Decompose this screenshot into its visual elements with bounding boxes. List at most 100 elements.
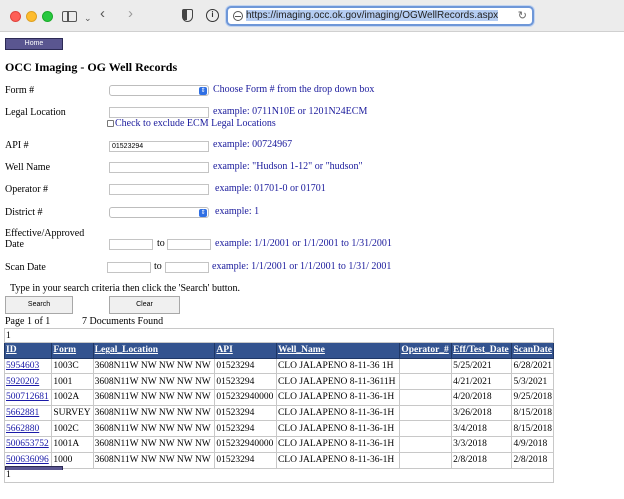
cell-operator — [399, 373, 453, 391]
cell-scan: 8/15/2018 — [511, 404, 554, 422]
chevron-down-icon[interactable]: ⌄ — [84, 10, 92, 26]
effective-date-to-input[interactable] — [167, 239, 211, 250]
sidebar-toggle-icon[interactable] — [62, 11, 77, 22]
table-row[interactable]: 5662880 1002C 3608N11W NW NW NW NW 01523294… — [3, 420, 554, 438]
column-header-id[interactable]: ID — [3, 342, 53, 359]
operator-help: example: 01701-0 or 01701 — [215, 183, 326, 194]
cell-operator — [399, 357, 453, 375]
cell-api: 01523294 — [214, 451, 277, 469]
document-id-link[interactable]: 500712681 — [6, 392, 49, 402]
site-info-icon[interactable] — [233, 11, 243, 21]
table-row[interactable]: 5954603 1003C 3608N11W NW NW NW NW 01523294… — [3, 357, 554, 375]
api-help: example: 00724967 — [213, 139, 293, 150]
scan-date-to-input[interactable] — [165, 262, 209, 273]
table-row[interactable]: 5662881 SURVEY 3608N11W NW NW NW NW 0152329… — [3, 404, 554, 422]
operator-label: Operator # — [5, 184, 49, 195]
scan-date-from-input[interactable] — [107, 262, 151, 273]
cell-id: 5662880 — [3, 420, 53, 438]
cell-eff: 4/21/2021 — [451, 373, 513, 391]
pager-row-top: 1 — [4, 328, 554, 343]
column-header-operator[interactable]: Operator_# — [399, 342, 453, 359]
cell-form: 1001 — [51, 373, 94, 391]
form-number-select[interactable]: ⇕ — [109, 85, 209, 96]
page-info: Page 1 of 1 — [5, 316, 51, 327]
cell-scan: 5/3/2021 — [511, 373, 554, 391]
well-name-input[interactable] — [109, 162, 209, 173]
cell-id: 5954603 — [3, 357, 53, 375]
forward-arrow-icon[interactable]: › — [128, 6, 133, 22]
district-select[interactable]: ⇕ — [109, 207, 209, 218]
address-bar[interactable]: https://imaging.occ.ok.gov/imaging/OGWel… — [226, 6, 534, 26]
pager-row-bottom: 1 — [4, 467, 554, 483]
password-manager-icon[interactable]: i — [206, 9, 219, 22]
minimize-window-button[interactable] — [26, 11, 37, 22]
effective-date-label: Effective/Approved — [5, 228, 85, 239]
back-arrow-icon[interactable]: ‹ — [100, 6, 105, 22]
reload-icon[interactable]: ↻ — [518, 9, 527, 22]
cell-api: 01523294 — [214, 420, 277, 438]
document-id-link[interactable]: 5920202 — [6, 377, 39, 387]
column-header-form[interactable]: Form — [51, 342, 94, 359]
privacy-shield-icon[interactable] — [182, 9, 193, 22]
column-header-legal-location[interactable]: Legal_Location — [92, 342, 216, 359]
table-row[interactable]: 500653752 1001A 3608N11W NW NW NW NW 015232… — [3, 436, 554, 453]
cell-form: 1003C — [51, 357, 94, 375]
column-header-eff-test-date[interactable]: Eff/Test_Date — [451, 342, 513, 359]
cell-eff: 5/25/2021 — [451, 357, 513, 375]
document-id-link[interactable]: 5662881 — [6, 408, 39, 418]
column-header-scan-date[interactable]: ScanDate — [511, 342, 554, 359]
effective-date-help: example: 1/1/2001 or 1/1/2001 to 1/31/20… — [215, 238, 392, 249]
column-header-api[interactable]: API — [214, 342, 277, 359]
home-button[interactable]: Home — [5, 38, 63, 50]
column-header-well-name[interactable]: Well_Name — [275, 342, 401, 359]
api-input[interactable]: 01523294 — [109, 141, 209, 152]
cell-id: 5920202 — [3, 373, 53, 391]
document-id-link[interactable]: 5662880 — [6, 424, 39, 434]
close-window-button[interactable] — [10, 11, 21, 22]
cell-api: 01523294 — [214, 404, 277, 422]
table-row[interactable]: 500636096 1000 3608N11W NW NW NW NW 0152329… — [3, 451, 554, 469]
scan-date-help: example: 1/1/2001 or 1/1/2001 to 1/31/ 2… — [212, 261, 392, 272]
home-button-bottom[interactable] — [5, 466, 63, 470]
cell-scan: 8/15/2018 — [511, 420, 554, 438]
cell-id: 500712681 — [3, 389, 53, 406]
document-id-link[interactable]: 500653752 — [6, 439, 49, 449]
document-id-link[interactable]: 5954603 — [6, 361, 39, 371]
table-row[interactable]: 5920202 1001 3608N11W NW NW NW NW 01523294 C… — [3, 373, 554, 391]
cell-id: 5662881 — [3, 404, 53, 422]
cell-scan: 6/28/2021 — [511, 357, 554, 375]
cell-operator — [399, 389, 453, 406]
cell-legal: 3608N11W NW NW NW NW — [92, 389, 216, 406]
scan-date-label: Scan Date — [5, 262, 46, 273]
operator-input[interactable] — [109, 184, 209, 195]
legal-location-input[interactable] — [109, 107, 209, 118]
exclude-ecm-checkbox[interactable] — [107, 120, 114, 127]
address-bar-url[interactable]: https://imaging.occ.ok.gov/imaging/OGWel… — [246, 10, 499, 21]
cell-api: 015232940000 — [214, 389, 277, 406]
table-header-row: ID Form Legal_Location API Well_Name Ope… — [3, 342, 554, 359]
document-id-link[interactable]: 500636096 — [6, 455, 49, 465]
cell-legal: 3608N11W NW NW NW NW — [92, 357, 216, 375]
browser-toolbar: ⌄ ‹ › i https://imaging.occ.ok.gov/imagi… — [0, 0, 624, 32]
scan-date-to-label: to — [154, 261, 162, 272]
cell-eff: 3/3/2018 — [451, 436, 513, 453]
cell-operator — [399, 404, 453, 422]
cell-legal: 3608N11W NW NW NW NW — [92, 373, 216, 391]
clear-button[interactable]: Clear — [109, 296, 180, 314]
district-help: example: 1 — [215, 206, 260, 217]
cell-form: 1002C — [51, 420, 94, 438]
cell-api: 015232940000 — [214, 436, 277, 453]
effective-date-from-input[interactable] — [109, 239, 153, 250]
effective-date-to-label: to — [157, 238, 165, 249]
table-row[interactable]: 500712681 1002A 3608N11W NW NW NW NW 015232… — [3, 389, 554, 406]
zoom-window-button[interactable] — [42, 11, 53, 22]
cell-id: 500653752 — [3, 436, 53, 453]
cell-well: CLO JALAPENO 8-11-36-1H — [275, 420, 401, 438]
cell-form: SURVEY — [51, 404, 94, 422]
search-button[interactable]: Search — [5, 296, 73, 314]
cell-well: CLO JALAPENO 8-11-36-1H — [275, 451, 401, 469]
cell-eff: 3/4/2018 — [451, 420, 513, 438]
cell-well: CLO JALAPENO 8-11-36-1H — [275, 389, 401, 406]
cell-form: 1001A — [51, 436, 94, 453]
cell-eff: 4/20/2018 — [451, 389, 513, 406]
